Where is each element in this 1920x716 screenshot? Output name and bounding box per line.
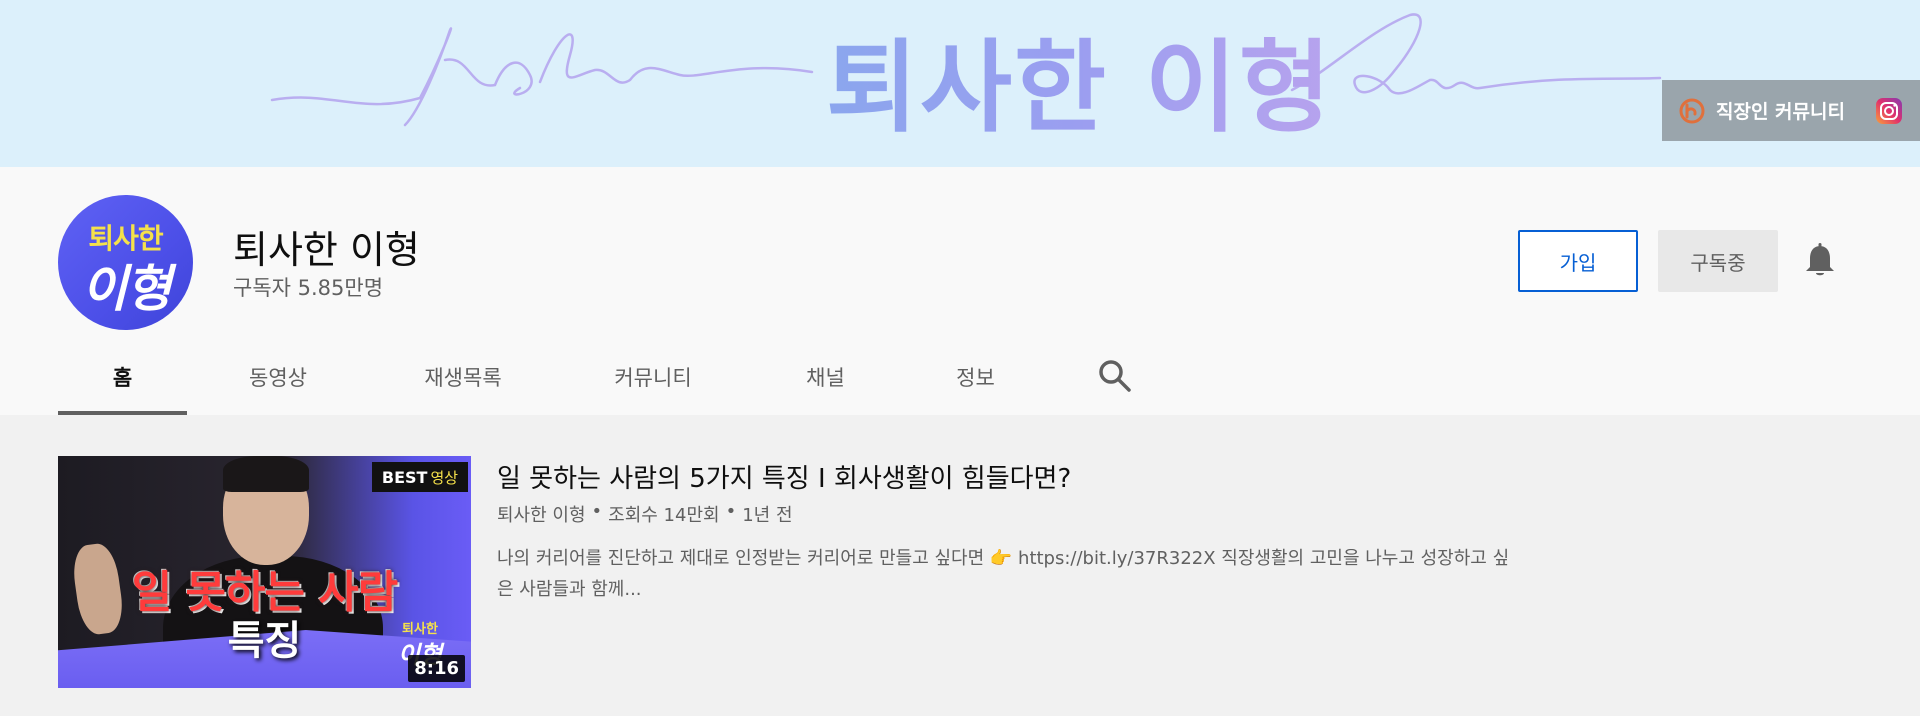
channel-name: 퇴사한 이형 bbox=[233, 228, 420, 272]
channel-tabs: 홈 동영상 재생목록 커뮤니티 채널 정보 bbox=[58, 339, 1158, 415]
best-badge-text: BEST bbox=[381, 467, 428, 487]
video-channel-name[interactable]: 퇴사한 이형 bbox=[497, 501, 586, 527]
tab-home[interactable]: 홈 bbox=[58, 339, 187, 415]
tab-about[interactable]: 정보 bbox=[928, 339, 1023, 415]
subscribed-button[interactable]: 구독중 bbox=[1658, 230, 1778, 292]
video-description: 나의 커리어를 진단하고 제대로 인정받는 커리어로 만들고 싶다면 👉 htt… bbox=[497, 543, 1517, 605]
banner-instagram-link[interactable] bbox=[1857, 80, 1920, 141]
banner-link-label: 직장인 커뮤니티 bbox=[1716, 101, 1845, 123]
best-video-badge: BEST 영상 bbox=[372, 462, 468, 492]
channel-banner: 퇴사한 이형 직장인 커뮤니티 bbox=[0, 0, 1920, 167]
video-upload-age: 1년 전 bbox=[742, 505, 793, 526]
notification-bell-icon[interactable] bbox=[1802, 242, 1838, 280]
community-link-icon bbox=[1679, 98, 1705, 123]
best-badge-video-text: 영상 bbox=[430, 468, 459, 487]
instagram-icon bbox=[1875, 97, 1902, 124]
subscriber-count: 구독자 5.85만명 bbox=[233, 276, 384, 300]
tab-videos[interactable]: 동영상 bbox=[223, 339, 333, 415]
meta-separator: • bbox=[725, 501, 737, 522]
tab-community[interactable]: 커뮤니티 bbox=[588, 339, 718, 415]
description-link[interactable]: https://bit.ly/37R322X bbox=[1018, 548, 1216, 569]
video-duration: 8:16 bbox=[408, 655, 465, 682]
tab-playlists[interactable]: 재생목록 bbox=[398, 339, 528, 415]
thumbnail-person-hair bbox=[223, 456, 309, 492]
channel-header: 퇴사한 이형 퇴사한 이형 구독자 5.85만명 가입 구독중 홈 동영상 재생… bbox=[0, 167, 1920, 415]
search-icon[interactable] bbox=[1096, 357, 1134, 395]
banner-community-link[interactable]: 직장인 커뮤니티 bbox=[1662, 80, 1857, 141]
channel-avatar[interactable]: 퇴사한 이형 bbox=[58, 195, 193, 330]
banner-title: 퇴사한 이형 bbox=[826, 29, 1333, 146]
avatar-text-bottom: 이형 bbox=[81, 260, 172, 318]
join-button[interactable]: 가입 bbox=[1518, 230, 1638, 292]
video-metadata: 퇴사한 이형 • 조회수 14만회 • 1년 전 bbox=[497, 501, 793, 527]
video-title[interactable]: 일 못하는 사람의 5가지 특징 I 회사생활이 힘들다면? bbox=[497, 458, 1071, 495]
video-view-count: 조회수 14만회 bbox=[608, 505, 720, 526]
video-thumbnail[interactable]: BEST 영상 일 못하는 사람 특징 퇴사한 이형 8:16 bbox=[58, 456, 471, 688]
description-text-1: 나의 커리어를 진단하고 제대로 인정받는 커리어로 만들고 싶다면 👉 bbox=[497, 548, 1019, 569]
meta-separator: • bbox=[591, 501, 603, 522]
tab-channels[interactable]: 채널 bbox=[778, 339, 873, 415]
